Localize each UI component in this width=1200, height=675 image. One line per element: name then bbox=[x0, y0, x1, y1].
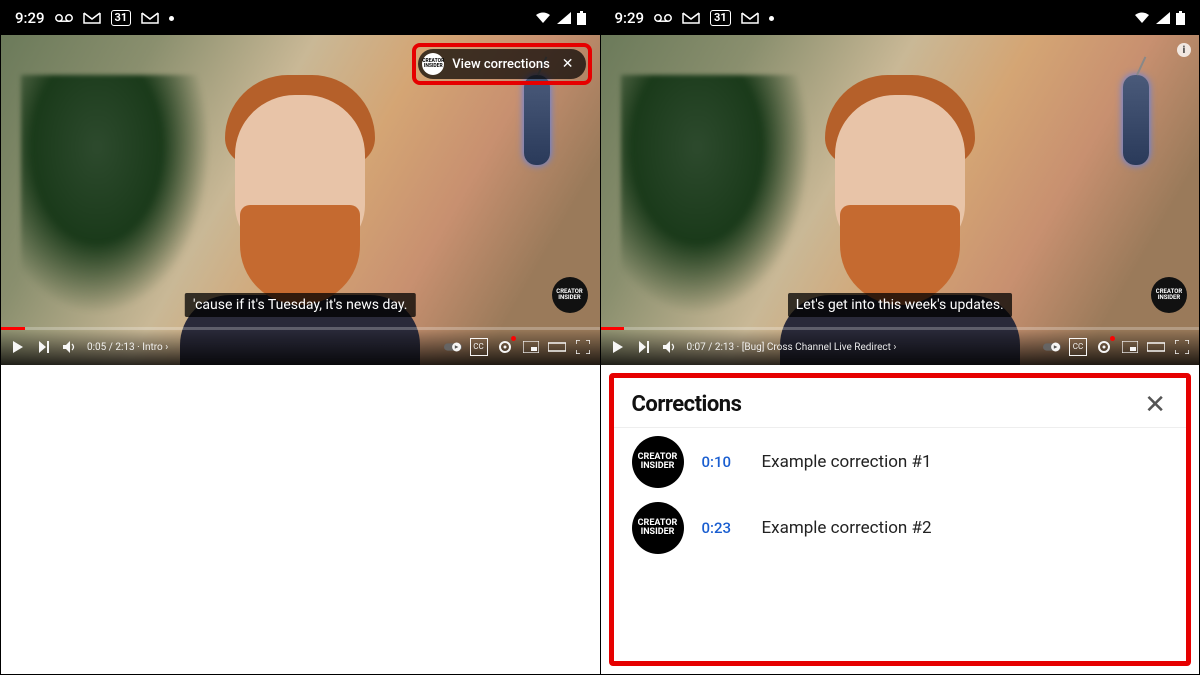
close-icon[interactable]: ✕ bbox=[1134, 386, 1176, 424]
status-bar: 9:29 31 bbox=[1, 1, 600, 35]
chip-avatar: CREATOR INSIDER bbox=[422, 53, 444, 75]
player-controls: 0:05 / 2:13 · Intro › CC bbox=[1, 329, 600, 365]
correction-item[interactable]: CREATOR INSIDER 0:10 Example correction … bbox=[632, 436, 1169, 488]
captions-icon[interactable]: CC bbox=[1069, 338, 1087, 356]
volume-icon[interactable] bbox=[61, 338, 79, 356]
miniplayer-icon[interactable] bbox=[1121, 338, 1139, 356]
time-display: 0:05 / 2:13 · Intro › bbox=[87, 342, 168, 353]
calendar-icon: 31 bbox=[111, 10, 132, 26]
timestamp-link[interactable]: 0:23 bbox=[702, 519, 744, 537]
channel-watermark[interactable]: CREATOR INSIDER bbox=[1151, 277, 1187, 313]
theater-icon[interactable] bbox=[1147, 338, 1165, 356]
left-screenshot: 9:29 31 CREATOR INSIDER CREATOR INSIDER bbox=[0, 0, 601, 675]
panel-title: Corrections bbox=[632, 392, 742, 417]
fullscreen-icon[interactable] bbox=[1173, 338, 1191, 356]
channel-avatar: CREATOR INSIDER bbox=[632, 502, 684, 554]
autoplay-toggle[interactable] bbox=[1043, 338, 1061, 356]
volume-icon[interactable] bbox=[661, 338, 679, 356]
gmail-icon bbox=[682, 11, 700, 25]
theater-icon[interactable] bbox=[548, 338, 566, 356]
closed-caption-text: Let's get into this week's updates. bbox=[788, 293, 1012, 317]
panel-header: Corrections bbox=[614, 378, 1187, 428]
battery-icon bbox=[1176, 11, 1185, 25]
gmail-icon bbox=[83, 11, 101, 25]
settings-icon[interactable] bbox=[1095, 338, 1113, 356]
progress-bar[interactable] bbox=[601, 327, 1200, 330]
wifi-icon bbox=[1134, 12, 1150, 24]
status-bar: 9:29 31 bbox=[601, 1, 1200, 35]
info-card-icon[interactable]: i bbox=[1177, 43, 1191, 57]
view-corrections-highlight: CREATOR INSIDER View corrections ✕ bbox=[412, 43, 591, 85]
timestamp-link[interactable]: 0:10 bbox=[702, 453, 744, 471]
corrections-list: CREATOR INSIDER 0:10 Example correction … bbox=[614, 428, 1187, 562]
correction-text: Example correction #1 bbox=[762, 452, 932, 472]
calendar-icon: 31 bbox=[710, 10, 731, 26]
wifi-icon bbox=[535, 12, 551, 24]
more-notifications-dot bbox=[169, 16, 174, 21]
video-player[interactable]: CREATOR INSIDER CREATOR INSIDER View cor… bbox=[1, 35, 600, 365]
voicemail-icon bbox=[654, 13, 672, 23]
closed-caption-text: 'cause if it's Tuesday, it's news day. bbox=[185, 293, 415, 317]
player-controls: 0:07 / 2:13 · [Bug] Cross Channel Live R… bbox=[601, 329, 1200, 365]
time-display: 0:07 / 2:13 · [Bug] Cross Channel Live R… bbox=[687, 342, 897, 353]
channel-avatar: CREATOR INSIDER bbox=[632, 436, 684, 488]
corrections-panel: ✕ Corrections CREATOR INSIDER 0:10 Examp… bbox=[614, 378, 1187, 661]
gmail-icon-2 bbox=[141, 11, 159, 25]
corrections-panel-highlight: ✕ Corrections CREATOR INSIDER 0:10 Examp… bbox=[609, 373, 1192, 666]
battery-icon bbox=[577, 11, 586, 25]
captions-icon[interactable]: CC bbox=[470, 338, 488, 356]
play-icon[interactable] bbox=[609, 338, 627, 356]
channel-watermark[interactable]: CREATOR INSIDER bbox=[552, 277, 588, 313]
voicemail-icon bbox=[55, 13, 73, 23]
correction-item[interactable]: CREATOR INSIDER 0:23 Example correction … bbox=[632, 502, 1169, 554]
play-icon[interactable] bbox=[9, 338, 27, 356]
next-icon[interactable] bbox=[635, 338, 653, 356]
gmail-icon-2 bbox=[741, 11, 759, 25]
view-corrections-chip[interactable]: CREATOR INSIDER View corrections ✕ bbox=[418, 49, 585, 79]
miniplayer-icon[interactable] bbox=[522, 338, 540, 356]
fullscreen-icon[interactable] bbox=[574, 338, 592, 356]
autoplay-toggle[interactable] bbox=[444, 338, 462, 356]
next-icon[interactable] bbox=[35, 338, 53, 356]
video-player[interactable]: i CREATOR INSIDER Let's get into this we… bbox=[601, 35, 1200, 365]
correction-text: Example correction #2 bbox=[762, 518, 932, 538]
more-notifications-dot bbox=[769, 16, 774, 21]
clock: 9:29 bbox=[615, 9, 645, 27]
chip-label: View corrections bbox=[452, 57, 549, 72]
chip-close-icon[interactable]: ✕ bbox=[558, 56, 578, 72]
signal-icon bbox=[1156, 12, 1170, 24]
progress-bar[interactable] bbox=[1, 327, 600, 330]
settings-icon[interactable] bbox=[496, 338, 514, 356]
clock: 9:29 bbox=[15, 9, 45, 27]
signal-icon bbox=[557, 12, 571, 24]
right-screenshot: 9:29 31 i CREATOR INSIDER Let's get into… bbox=[601, 0, 1200, 675]
